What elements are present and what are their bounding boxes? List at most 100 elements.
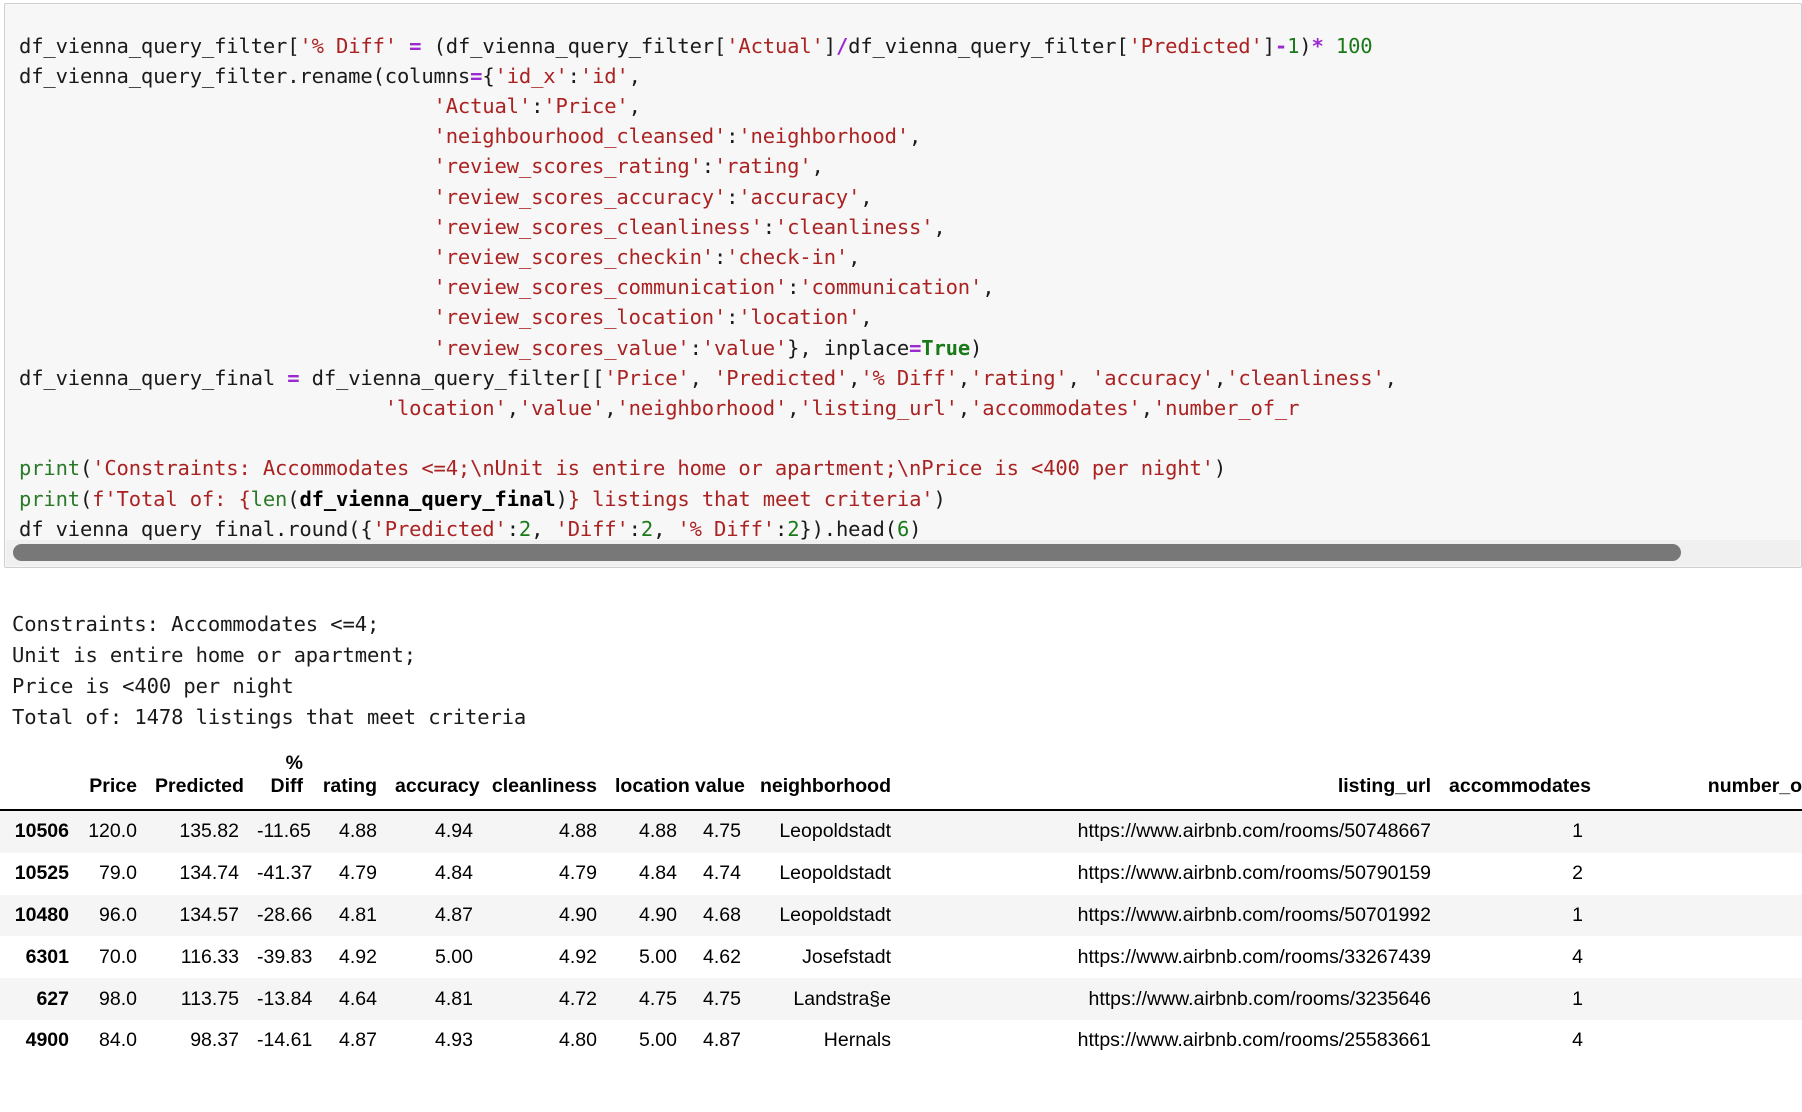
- code-token: ,: [848, 244, 861, 269]
- code-token: '% Diff': [677, 516, 775, 541]
- code-token: :: [567, 63, 580, 88]
- code-token: 100: [1335, 33, 1373, 58]
- cell-accommodates: 1: [1572, 987, 1583, 1010]
- cell-cleanliness: 4.90: [559, 903, 597, 926]
- code-token: ]: [1262, 33, 1275, 58]
- code-token: print: [19, 456, 80, 481]
- code-token: 'review_scores_value': [433, 335, 690, 360]
- cell-predicted: 98.37: [190, 1029, 239, 1052]
- code-token: } listings that meet criteria': [567, 486, 934, 511]
- cell-price: 79.0: [99, 862, 137, 885]
- cell-listing-url[interactable]: https://www.airbnb.com/rooms/3235646: [900, 978, 1440, 1020]
- code-token: 'review_scores_checkin': [433, 244, 715, 269]
- cell-listing-url[interactable]: https://www.airbnb.com/rooms/25583661: [900, 1020, 1440, 1062]
- code-token: :: [787, 275, 800, 300]
- horizontal-scrollbar-thumb[interactable]: [13, 544, 1681, 561]
- code-token: df_vienna_query_filter[[: [299, 365, 605, 390]
- code-token: df_vienna_query_final: [299, 486, 556, 511]
- cell-cleanliness: 4.79: [559, 862, 597, 885]
- cell-pct-diff: -28.66: [257, 903, 313, 926]
- table-row: 10525 79.0 134.74 -41.37 4.79 4.84 4.79 4.84 4.7…: [0, 852, 1802, 895]
- code-token: ): [933, 486, 946, 511]
- code-token: :: [713, 244, 727, 269]
- column-header-price: Price: [78, 752, 146, 811]
- code-cell[interactable]: df_vienna_query_filter['% Diff' = (df_vi…: [4, 3, 1802, 568]
- cell-accommodates: 1: [1572, 820, 1583, 843]
- cell-accommodates: 4: [1572, 945, 1583, 968]
- cell-neighborhood: Josefstadt: [802, 945, 891, 968]
- column-header-listing-url: listing_url: [900, 752, 1440, 811]
- code-token: 'neighborhood': [616, 395, 788, 420]
- table-row: 627 98.0 113.75 -13.84 4.64 4.81 4.72 4.75 4.75 L…: [0, 978, 1802, 1020]
- code-token: '% Diff': [299, 33, 397, 58]
- cell-accommodates: 1: [1572, 903, 1583, 926]
- cell-location: 5.00: [639, 945, 677, 968]
- cell-pct-diff: -14.61: [257, 1029, 313, 1052]
- code-token: =: [409, 33, 422, 58]
- code-token: ,: [628, 63, 641, 88]
- code-token: ,: [933, 214, 946, 239]
- code-token: 'cleanliness': [774, 214, 934, 239]
- cell-listing-url[interactable]: https://www.airbnb.com/rooms/33267439: [900, 936, 1440, 978]
- code-token: ,: [531, 516, 556, 541]
- code-token: ,: [909, 124, 922, 149]
- cell-predicted: 135.82: [179, 820, 239, 843]
- cell-listing-url[interactable]: https://www.airbnb.com/rooms/50790159: [900, 853, 1440, 895]
- code-token: (: [79, 486, 93, 511]
- cell-neighborhood: Leopoldstadt: [779, 903, 891, 926]
- code-token: 'location': [738, 305, 861, 330]
- table-body: 10506 120.0 135.82 -11.65 4.88 4.94 4.88 4.88 4.…: [0, 810, 1802, 1062]
- cell-number-of-r: [1592, 895, 1802, 937]
- code-token: 'review_scores_location': [433, 305, 727, 330]
- code-token: ,: [787, 395, 800, 420]
- column-header-accommodates: accommodates: [1440, 752, 1592, 811]
- cell-location: 5.00: [639, 1029, 677, 1052]
- table-row: 10480 96.0 134.57 -28.66 4.81 4.87 4.90 4.90 4.6…: [0, 894, 1802, 937]
- code-token: 'id': [579, 63, 629, 88]
- code-token: =: [470, 63, 483, 88]
- code-token: ,: [811, 154, 824, 179]
- code-token: 'Diff': [555, 516, 629, 541]
- code-token: 'value': [701, 335, 788, 360]
- table-row: 6301 70.0 116.33 -39.83 4.92 5.00 4.92 5.00 4.62…: [0, 936, 1802, 979]
- code-token: 'neighbourhood_cleansed': [433, 124, 727, 149]
- code-token: {: [482, 63, 495, 88]
- code-token: ,: [653, 516, 678, 541]
- code-token: (: [79, 456, 93, 481]
- code-token: ,: [689, 365, 714, 390]
- cell-location: 4.90: [639, 903, 677, 926]
- table-header-row: Price Predicted % Diff rating accuracy c…: [0, 752, 1802, 811]
- cell-listing-url[interactable]: https://www.airbnb.com/rooms/50748667: [900, 810, 1440, 853]
- column-header-index: [0, 752, 78, 811]
- cell-price: 96.0: [99, 903, 137, 926]
- code-token: ,: [982, 275, 995, 300]
- cell-predicted: 113.75: [180, 987, 239, 1010]
- cell-listing-url[interactable]: https://www.airbnb.com/rooms/50701992: [900, 895, 1440, 937]
- column-header-location: location: [606, 752, 690, 811]
- code-token: 'rating': [713, 154, 812, 179]
- row-index: 10525: [14, 862, 69, 885]
- code-token: ): [555, 486, 568, 511]
- code-token: 'check-in': [726, 244, 849, 269]
- cell-number-of-r: [1592, 1020, 1802, 1062]
- code-token: }, inplace: [787, 335, 910, 360]
- code-token: 'cleanliness': [1226, 365, 1385, 390]
- cell-cleanliness: 4.88: [559, 820, 597, 843]
- code-token: 'location': [384, 395, 507, 420]
- code-token: 'review_scores_rating': [433, 154, 702, 179]
- code-token: ,: [1213, 365, 1227, 390]
- cell-neighborhood: Hernals: [823, 1029, 891, 1052]
- cell-price: 70.0: [99, 945, 137, 968]
- cell-accuracy: 4.94: [435, 820, 473, 843]
- horizontal-scrollbar-track[interactable]: [6, 540, 1800, 566]
- cell-neighborhood: Leopoldstadt: [779, 820, 891, 843]
- code-editor-content[interactable]: df_vienna_query_filter['% Diff' = (df_vi…: [5, 25, 1397, 544]
- column-header-predicted: Predicted: [146, 752, 248, 811]
- code-token: ): [909, 516, 922, 541]
- code-token: '% Diff': [860, 365, 958, 390]
